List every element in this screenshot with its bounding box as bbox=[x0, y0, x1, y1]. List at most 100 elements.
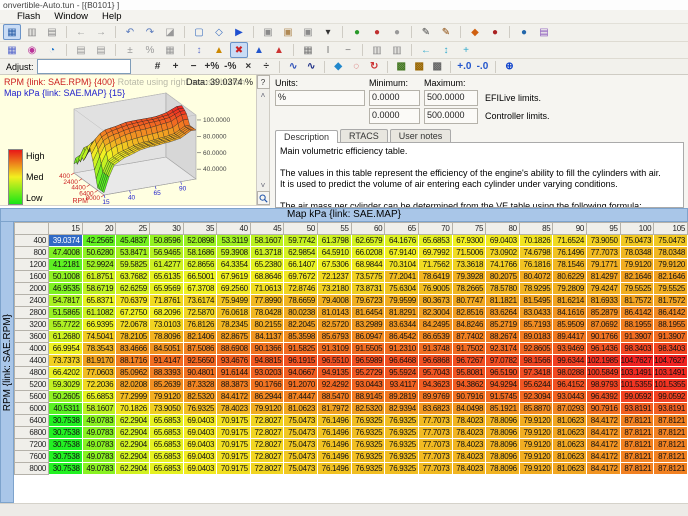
ve-cell[interactable]: 71.8761 bbox=[149, 295, 183, 307]
ve-cell[interactable]: 54.7817 bbox=[49, 295, 83, 307]
ve-cell[interactable]: 70.6379 bbox=[116, 295, 150, 307]
ve-cell[interactable]: 89.0183 bbox=[519, 331, 553, 343]
ve-cell[interactable]: 73.7373 bbox=[49, 355, 83, 367]
ve-cell[interactable]: 85.9509 bbox=[553, 319, 587, 331]
ve-cell[interactable]: 88.1955 bbox=[620, 319, 654, 331]
ve-cell[interactable]: 85.8870 bbox=[519, 403, 553, 415]
ve-cell[interactable]: 62.9854 bbox=[284, 247, 318, 259]
ve-cell[interactable]: 67.9300 bbox=[452, 235, 486, 247]
ve-cell[interactable]: 85.0962 bbox=[116, 367, 150, 379]
ve-col-header-70[interactable]: 70 bbox=[418, 223, 452, 235]
spark-button[interactable]: ◆ bbox=[466, 24, 484, 40]
interpolate-button[interactable]: ◆ bbox=[331, 60, 345, 73]
ve-cell[interactable]: 79.9120 bbox=[519, 415, 553, 427]
ve-cell[interactable]: 91.2310 bbox=[385, 343, 419, 355]
ve-cell[interactable]: 76.9325 bbox=[385, 463, 419, 475]
ve-cell[interactable]: 58.6719 bbox=[82, 283, 116, 295]
ve-cell[interactable]: 85.1921 bbox=[486, 403, 520, 415]
ve-cell[interactable]: 72.2036 bbox=[82, 379, 116, 391]
ve-cell[interactable]: 86.0947 bbox=[351, 331, 385, 343]
ve-row-header-4400[interactable]: 4400 bbox=[15, 355, 49, 367]
annotate-button[interactable]: ✎ bbox=[437, 24, 455, 40]
ve-cell[interactable]: 75.0473 bbox=[620, 235, 654, 247]
ve-cell[interactable]: 72.5870 bbox=[183, 307, 217, 319]
ve-cell[interactable]: 77.2999 bbox=[116, 391, 150, 403]
ve-cell[interactable]: 95.2729 bbox=[351, 367, 385, 379]
ve-cell[interactable]: 82.9394 bbox=[385, 403, 419, 415]
ve-cell[interactable]: 64.5910 bbox=[318, 247, 352, 259]
ve-cell[interactable]: 84.5051 bbox=[149, 343, 183, 355]
ve-cell[interactable]: 87.4447 bbox=[284, 391, 318, 403]
ve-cell[interactable]: 76.9325 bbox=[385, 427, 419, 439]
ve-cell[interactable]: 81.5495 bbox=[519, 295, 553, 307]
ve-cell[interactable]: 62.6259 bbox=[116, 283, 150, 295]
ve-cell[interactable]: 86.4542 bbox=[385, 331, 419, 343]
ve-cell[interactable]: 78.6659 bbox=[284, 295, 318, 307]
ve-cell[interactable]: 81.4297 bbox=[587, 271, 621, 283]
ve-cell[interactable]: 62.2904 bbox=[116, 415, 150, 427]
ve-cell[interactable]: 79.9120 bbox=[519, 427, 553, 439]
ve-cell[interactable]: 87.8121 bbox=[620, 451, 654, 463]
ve-cell[interactable]: 69.0403 bbox=[183, 439, 217, 451]
ve-row-header-6000[interactable]: 6000 bbox=[15, 403, 49, 415]
flash-read-button[interactable]: ● bbox=[388, 24, 406, 40]
view-properties-button[interactable]: ▤ bbox=[43, 24, 61, 40]
controller-min-field[interactable]: 0.0000 bbox=[369, 108, 420, 124]
ve-cell[interactable]: 70.3104 bbox=[385, 259, 419, 271]
back-button[interactable]: ← bbox=[72, 24, 90, 40]
ve-cell[interactable]: 73.2180 bbox=[318, 283, 352, 295]
ve-cell[interactable]: 91.4147 bbox=[149, 355, 183, 367]
menu-window[interactable]: Window bbox=[47, 11, 95, 22]
ve-cell[interactable]: 61.3718 bbox=[250, 247, 284, 259]
view-navigator-button[interactable]: ▦ bbox=[3, 24, 21, 40]
refresh-timer-button[interactable]: ◔ bbox=[43, 42, 61, 58]
ve-cell[interactable]: 73.3618 bbox=[452, 259, 486, 271]
ve-col-header-75[interactable]: 75 bbox=[452, 223, 486, 235]
ve-cell[interactable]: 75.0473 bbox=[284, 451, 318, 463]
ve-cell[interactable]: 30.7538 bbox=[49, 451, 83, 463]
ve-cell[interactable]: 79.9120 bbox=[519, 439, 553, 451]
ve-cell[interactable]: 76.9325 bbox=[351, 439, 385, 451]
ve-col-header-50[interactable]: 50 bbox=[284, 223, 318, 235]
ve-cell[interactable]: 84.0498 bbox=[452, 403, 486, 415]
ve-cell[interactable]: 77.7073 bbox=[418, 427, 452, 439]
ve-cell[interactable]: 78.9295 bbox=[519, 283, 553, 295]
ve-cell[interactable]: 97.0782 bbox=[486, 355, 520, 367]
ve-cell[interactable]: 86.4142 bbox=[620, 307, 654, 319]
multiply-button[interactable]: × bbox=[241, 60, 255, 73]
ve-cell[interactable]: 76.9325 bbox=[351, 427, 385, 439]
ve-cell[interactable]: 88.1716 bbox=[116, 355, 150, 367]
ve-cell[interactable]: 99.6344 bbox=[553, 355, 587, 367]
ve-cell[interactable]: 42.2565 bbox=[82, 235, 116, 247]
ve-cell[interactable]: 95.7043 bbox=[418, 367, 452, 379]
ve-cell[interactable]: 72.8027 bbox=[250, 451, 284, 463]
expand-axes-button[interactable]: + bbox=[457, 42, 475, 58]
ve-cell[interactable]: 93.9469 bbox=[553, 343, 587, 355]
ve-cell[interactable]: 87.0692 bbox=[587, 319, 621, 331]
shift-left-button[interactable]: ← bbox=[417, 42, 435, 58]
ve-row-header-1600[interactable]: 1600 bbox=[15, 271, 49, 283]
ve-row-header-5200[interactable]: 5200 bbox=[15, 379, 49, 391]
ve-cell[interactable]: 81.0623 bbox=[553, 439, 587, 451]
ve-cell[interactable]: 84.4172 bbox=[587, 427, 621, 439]
ve-cell[interactable]: 78.4023 bbox=[452, 427, 486, 439]
ve-cell[interactable]: 75.0473 bbox=[654, 235, 688, 247]
ve-cell[interactable]: 52.9924 bbox=[82, 259, 116, 271]
ve-cell[interactable]: 84.4172 bbox=[587, 439, 621, 451]
ve-cell[interactable]: 69.0403 bbox=[183, 415, 217, 427]
ve-cell[interactable]: 104.7627 bbox=[620, 355, 654, 367]
ve-cell[interactable]: 81.0623 bbox=[553, 451, 587, 463]
ve-cell[interactable]: 76.1816 bbox=[519, 259, 553, 271]
ve-cell[interactable]: 104.7627 bbox=[654, 355, 688, 367]
ve-cell[interactable]: 99.0592 bbox=[654, 391, 688, 403]
ve-cell[interactable]: 87.8121 bbox=[620, 427, 654, 439]
ve-cell[interactable]: 81.1821 bbox=[486, 295, 520, 307]
ve-cell[interactable]: 85.2719 bbox=[486, 319, 520, 331]
ve-cell[interactable]: 67.9140 bbox=[385, 247, 419, 259]
ve-cell[interactable]: 62.6579 bbox=[351, 235, 385, 247]
ve-cell[interactable]: 72.8027 bbox=[250, 439, 284, 451]
ve-cell[interactable]: 89.4417 bbox=[553, 331, 587, 343]
units-field[interactable]: % bbox=[275, 90, 365, 106]
ve-cell[interactable]: 87.8121 bbox=[654, 427, 688, 439]
ve-cell[interactable]: 93.0443 bbox=[553, 391, 587, 403]
